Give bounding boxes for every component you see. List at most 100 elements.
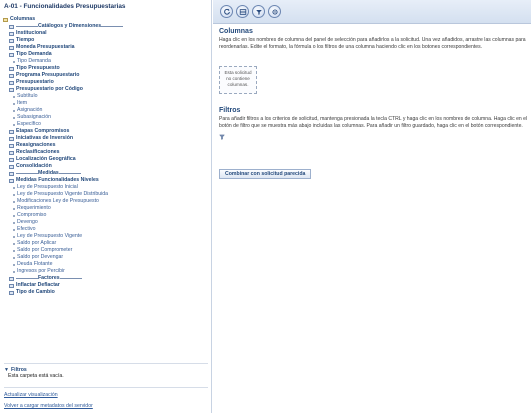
table-view-button[interactable] [236, 5, 249, 18]
columns-section: Columnas Haga clic en los nombres de col… [219, 28, 531, 51]
tree-folder[interactable]: Tiempo [3, 37, 209, 44]
folder-icon [9, 24, 14, 29]
column-bullet-icon [13, 235, 15, 238]
columns-help-line-2: reordenarlas. Edite el formato, la fórmu… [219, 44, 483, 50]
tree-column-item[interactable]: Ley de Presupuesto Vigente [3, 233, 209, 240]
tree-folder[interactable]: Moneda Presupuestaria [3, 44, 209, 51]
tree-column-item[interactable]: Devengo [3, 219, 209, 226]
tree-item-label: Item [17, 100, 28, 106]
tree-column-item[interactable]: Deuda Flotante [3, 261, 209, 268]
filters-help-line-2: botón de filtro que se muestra más abajo… [219, 123, 523, 129]
selection-panel: A-01 - Funcionalidades Presupuestarias C… [0, 0, 212, 413]
tree-column-item[interactable]: Modificaciones Ley de Presupuesto [3, 198, 209, 205]
tree-item-label: Ley de Presupuesto Vigente [17, 233, 83, 239]
tree-folder[interactable]: Tipo de Cambio [3, 289, 209, 296]
folder-icon [9, 143, 14, 148]
column-bullet-icon [13, 256, 15, 259]
tree-folder[interactable]: Medidas Funcionalidades Niveles [3, 177, 209, 184]
tree-column-item[interactable]: Subtítulo [3, 93, 209, 100]
tree-folder[interactable]: Tipo Demanda [3, 51, 209, 58]
folder-icon [9, 87, 14, 92]
tree-column-item[interactable]: Saldo por Devengar [3, 254, 209, 261]
tree-column-item[interactable]: Subasignación [3, 114, 209, 121]
folder-icon [9, 178, 14, 183]
tree-item-label: Localización Geográfica [16, 156, 76, 162]
tree-item-label: Tipo de Cambio [16, 289, 55, 295]
settings-button[interactable] [268, 5, 281, 18]
combine-similar-request-button[interactable]: Combinar con solicitud parecida [219, 169, 312, 179]
tree-folder[interactable]: Etapas Compromisos [3, 128, 209, 135]
refresh-icon [223, 8, 230, 15]
tree-folder[interactable]: Inflactar Deflactar [3, 282, 209, 289]
filters-heading: Filtros [219, 107, 241, 114]
separator-line [101, 26, 124, 27]
tree-column-item[interactable]: Ingresos por Percibir [3, 268, 209, 275]
tree-column-item[interactable]: Saldo por Aplicar [3, 240, 209, 247]
tree-separator: Medidas [3, 170, 209, 177]
tree-folder[interactable]: Programa Presupuestario [3, 72, 209, 79]
tree-folder[interactable]: Reasignaciones [3, 142, 209, 149]
columns-heading: Columnas [219, 28, 253, 35]
refresh-button[interactable] [220, 5, 233, 18]
tree-item-label: Devengo [17, 219, 38, 225]
tree-folder[interactable]: Iniciativas de Inversión [3, 135, 209, 142]
filters-folder: ▼ Filtros Esta carpeta está vacía. [4, 366, 204, 380]
tree-column-item[interactable]: Efectivo [3, 226, 209, 233]
tree-item-label: Saldo por Devengar [17, 254, 64, 260]
settings-icon [271, 8, 278, 15]
tree-column-item[interactable]: Ley de Presupuesto Inicial [3, 184, 209, 191]
tree-folder[interactable]: Presupuestario [3, 79, 209, 86]
folder-icon [9, 136, 14, 141]
tree-item-label: Presupuestario por Código [16, 86, 83, 92]
tree-column-item[interactable]: Tipo Demanda [3, 58, 209, 65]
column-bullet-icon [13, 95, 15, 98]
column-bullet-icon [13, 249, 15, 252]
folder-icon [9, 31, 14, 36]
column-bullet-icon [13, 60, 15, 63]
columns-drop-area[interactable]: Esta solicitud no contiene columnas. [219, 66, 257, 94]
column-bullet-icon [13, 109, 15, 112]
folder-icon [9, 129, 14, 134]
tree-folder[interactable]: Reclasificaciones [3, 149, 209, 156]
tree-item-label: Tiempo [16, 37, 35, 43]
folder-icon [9, 38, 14, 43]
tree-item-label: Compromiso [17, 212, 47, 218]
tree-column-item[interactable]: Ley de Presupuesto Vigente Distribuida [3, 191, 209, 198]
filters-help-line-1: Para añadir filtros a los criterios de s… [219, 116, 528, 122]
tree-item-label: Reasignaciones [16, 142, 56, 148]
folder-icon [9, 73, 14, 78]
tree-column-item[interactable]: Asignación [3, 107, 209, 114]
tree-item-label: Institucional [16, 30, 47, 36]
tree-column-item[interactable]: Específico [3, 121, 209, 128]
tree-item-label: Presupuestario [16, 79, 54, 85]
tree-item-label: Asignación [17, 107, 43, 113]
tree-item-label: Subtítulo [17, 93, 38, 99]
tree-item-label: Consolidación [16, 163, 52, 169]
tree-item-label: Reclasificaciones [16, 149, 60, 155]
reload-metadata-link[interactable]: Volver a cargar metadatos del servidor [4, 403, 93, 409]
tree-column-item[interactable]: Compromiso [3, 212, 209, 219]
column-bullet-icon [13, 200, 15, 203]
tree-column-item[interactable]: Requerimiento [3, 205, 209, 212]
column-bullet-icon [13, 221, 15, 224]
panel-title: A-01 - Funcionalidades Presupuestarias [4, 3, 126, 10]
divider [4, 387, 208, 388]
folder-icon [9, 66, 14, 71]
tree-separator: Factores [3, 275, 209, 282]
tree-folder[interactable]: Institucional [3, 30, 209, 37]
refresh-view-link[interactable]: Actualizar visualización [4, 392, 58, 398]
tree-root[interactable]: Columnas [3, 16, 209, 23]
tree-item-label: Medidas [38, 170, 59, 176]
column-bullet-icon [13, 193, 15, 196]
filter-button[interactable] [252, 5, 265, 18]
tree-column-item[interactable]: Item [3, 100, 209, 107]
tree-folder[interactable]: Presupuestario por Código [3, 86, 209, 93]
tree-folder[interactable]: Tipo Presupuesto [3, 65, 209, 72]
separator-line [16, 173, 38, 174]
filters-folder-header[interactable]: ▼ Filtros [4, 366, 204, 373]
add-filter-icon[interactable] [219, 134, 225, 140]
tree-folder[interactable]: Localización Geográfica [3, 156, 209, 163]
tree-item-label: Medidas Funcionalidades Niveles [16, 177, 99, 183]
tree-column-item[interactable]: Saldo por Comprometer [3, 247, 209, 254]
tree-folder[interactable]: Consolidación [3, 163, 209, 170]
